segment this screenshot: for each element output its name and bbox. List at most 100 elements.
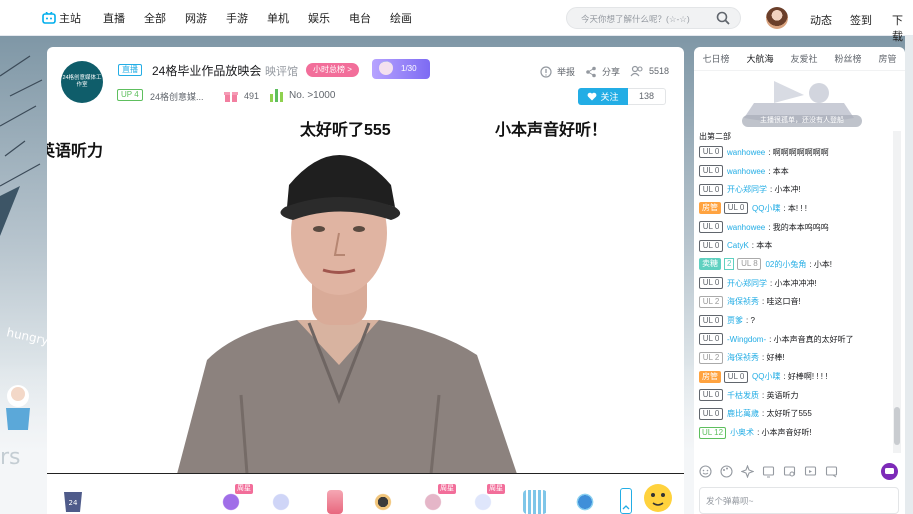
right-edge-decoration: [905, 36, 913, 514]
follower-count: 138: [628, 88, 666, 105]
video-stream[interactable]: 太好听了555 小本声音好听！ 英语听力: [47, 115, 684, 474]
people-icon: [630, 65, 643, 77]
up-name[interactable]: 24格创意媒...: [150, 90, 204, 103]
follow-button[interactable]: 关注: [578, 88, 628, 105]
chat-message: ?: [750, 316, 755, 326]
nav-dynamic[interactable]: 动态: [810, 12, 832, 28]
nav-painting[interactable]: 绘画: [390, 10, 412, 26]
user-level-tag: UL 2: [699, 295, 723, 308]
chat-line: 出第二部: [699, 132, 731, 141]
gift-item[interactable]: [269, 490, 293, 514]
chat-line: UL 0 千枯发质: 英语听力: [699, 386, 889, 405]
nav-download[interactable]: 下载: [892, 12, 913, 44]
gift-item[interactable]: [327, 490, 343, 514]
chat-username[interactable]: QQ小喋: [752, 203, 780, 214]
user-level-tag: UL 0: [699, 407, 723, 420]
avatar-text: 24格创意媒体工作室: [62, 75, 102, 88]
danmaku-comment: 太好听了555: [300, 122, 391, 139]
chat-line: UL 0 开心郑同学: 小本冲!: [699, 180, 889, 199]
chat-username[interactable]: -Wingdom-: [727, 335, 766, 344]
palette-icon[interactable]: [720, 465, 733, 478]
emblem-icon[interactable]: 24: [61, 490, 85, 514]
room-avatar[interactable]: 24格创意媒体工作室: [61, 61, 103, 103]
empty-rank-text: 主播很孤单，还没有人登船: [742, 115, 862, 127]
settings-screen-icon[interactable]: [825, 465, 838, 478]
record-icon[interactable]: [804, 465, 817, 478]
chat-username[interactable]: 贾爹: [727, 315, 743, 326]
chat-list: 出第二部 UL 0 wanhowee: 啊啊啊啊啊啊啊 UL 0 wanhowee: …: [699, 131, 889, 453]
streamer-video-frame: [177, 155, 517, 473]
gift-bar: 24 周星 周星 周星: [47, 474, 684, 514]
chat-username[interactable]: 开心郑同学: [727, 184, 767, 195]
user-level-tag: UL 0: [699, 165, 723, 178]
tab-admins[interactable]: 房管: [876, 52, 898, 65]
tab-seven-day[interactable]: 七日榜: [700, 52, 731, 65]
gift-box-icon[interactable]: [762, 465, 775, 478]
danmaku-input[interactable]: 发个弹幕呗~: [699, 487, 899, 514]
user-level-tag: UL 0: [699, 183, 723, 196]
chevron-up-icon: [622, 505, 630, 510]
chat-message: 本本: [756, 241, 773, 251]
chat-username[interactable]: 海保祯秀: [727, 296, 759, 307]
gift-item[interactable]: [471, 490, 495, 514]
nav-mobile-games[interactable]: 手游: [226, 10, 248, 26]
chat-username[interactable]: 海保祯秀: [727, 352, 759, 363]
chat-line: UL 2 海保祯秀: 哇这口音!: [699, 293, 889, 312]
nav-entertainment[interactable]: 娱乐: [308, 10, 330, 26]
chat-username[interactable]: wanhowee: [727, 148, 765, 157]
up-level-tag: UP 4: [117, 89, 143, 101]
ticket-badge[interactable]: 1/30: [372, 59, 430, 79]
chat-line: UL 0 贾爹: ?: [699, 311, 889, 330]
chat-username[interactable]: 02的小兔角: [765, 259, 806, 270]
gift-scroll-up-button[interactable]: [620, 488, 632, 514]
hourly-rank-badge[interactable]: 小时总榜 >: [306, 63, 359, 77]
fan-medal[interactable]: 卖糖: [699, 258, 721, 271]
chat-scroll-thumb[interactable]: [894, 407, 900, 445]
nav-checkin[interactable]: 签到: [850, 12, 872, 28]
mascot-icon[interactable]: [641, 478, 675, 514]
chat-scrollbar[interactable]: [893, 131, 901, 453]
chat-username[interactable]: 开心郑同学: [727, 278, 767, 289]
chat-username[interactable]: wanhowee: [727, 223, 765, 232]
user-avatar[interactable]: [766, 7, 788, 29]
chat-line: 房管 UL 0 QQ小喋: 本! ! !: [699, 199, 889, 218]
gift-item[interactable]: [523, 490, 547, 514]
tab-fan-club[interactable]: 友爱社: [788, 52, 819, 65]
tab-fans[interactable]: 粉丝榜: [832, 52, 863, 65]
search-input[interactable]: 今天你想了解什么呢？(☆-☆): [566, 7, 741, 29]
danmaku-input-placeholder: 发个弹幕呗~: [706, 496, 754, 506]
nav-all[interactable]: 全部: [144, 10, 166, 26]
search-icon[interactable]: [716, 11, 730, 25]
chat-username[interactable]: wanhowee: [727, 167, 765, 176]
gift-item[interactable]: [573, 490, 597, 514]
chat-toolbar: [699, 463, 904, 481]
report-button[interactable]: 举报: [540, 65, 575, 78]
user-level-tag: UL 0: [699, 277, 723, 290]
room-area-link[interactable]: 映评馆: [265, 63, 298, 79]
chat-username[interactable]: 鹿比萬歲: [727, 408, 759, 419]
effects-icon[interactable]: [741, 465, 754, 478]
nav-home[interactable]: 主站: [42, 10, 81, 26]
nav-single-player[interactable]: 单机: [267, 10, 289, 26]
chat-message: 我的本本呜呜呜: [772, 222, 829, 232]
screen-icon[interactable]: [783, 465, 796, 478]
nav-radio[interactable]: 电台: [349, 10, 371, 26]
nav-online-games[interactable]: 网游: [185, 10, 207, 26]
chat-username[interactable]: 小奥术: [730, 427, 754, 438]
chat-line: UL 0 wanhowee: 啊啊啊啊啊啊啊: [699, 143, 889, 162]
gift-item[interactable]: [421, 490, 445, 514]
live-tag: 直播: [118, 64, 142, 76]
admin-badge: 房管: [699, 202, 721, 215]
share-button[interactable]: 分享: [585, 65, 620, 78]
chat-username[interactable]: CatyK: [727, 241, 749, 250]
tab-captain[interactable]: 大航海: [744, 52, 775, 65]
gift-item[interactable]: [371, 490, 395, 514]
gift-item[interactable]: [219, 490, 243, 514]
chat-username[interactable]: 千枯发质: [727, 390, 759, 401]
chat-bubble-button[interactable]: [881, 463, 898, 480]
ticket-count: 1/30: [401, 64, 417, 73]
chat-message: 啊啊啊啊啊啊啊: [772, 147, 829, 157]
emoji-icon[interactable]: [699, 465, 712, 478]
nav-live[interactable]: 直播: [103, 10, 125, 26]
chat-username[interactable]: QQ小喋: [752, 371, 780, 382]
